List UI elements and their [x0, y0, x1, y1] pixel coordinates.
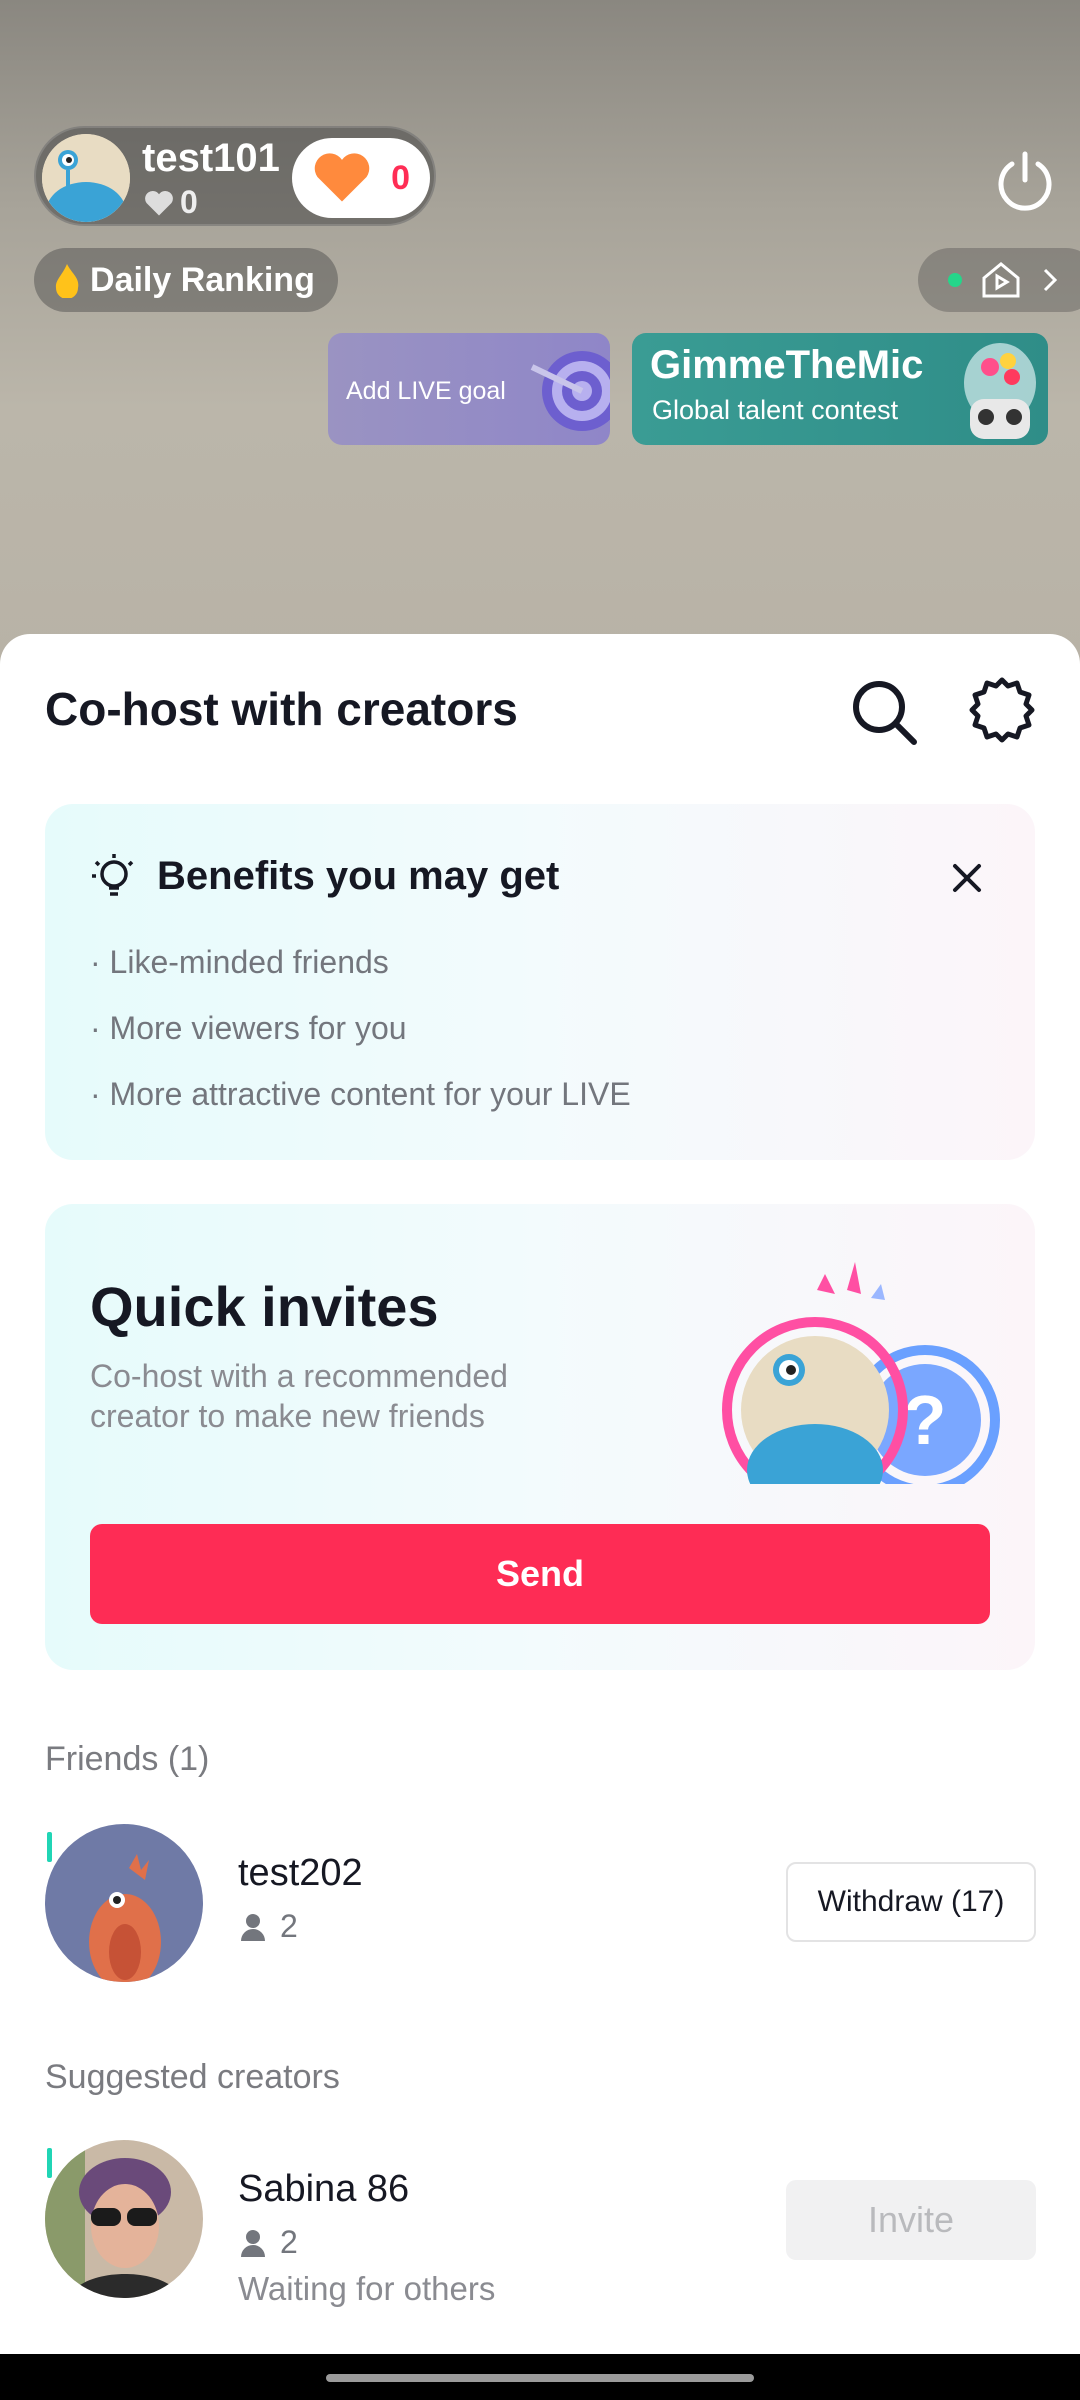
home-icon [982, 262, 1020, 298]
gimmethemic-banner[interactable]: GimmeTheMic Global talent contest [632, 333, 1048, 445]
like-count: 0 [391, 158, 410, 197]
benefit-item: · More attractive content for your LIVE [90, 1076, 631, 1112]
chevron-right-icon [1043, 268, 1058, 292]
cohost-sheet: Co-host with creators Benefits you may g… [0, 634, 1080, 2354]
invite-button[interactable]: Invite [786, 2180, 1036, 2260]
like-button[interactable]: 0 [292, 138, 430, 218]
heart-icon [145, 190, 173, 215]
quick-invites-title: Quick invites [90, 1275, 439, 1338]
bulb-icon [92, 854, 134, 896]
avatar[interactable] [45, 1824, 203, 1982]
person-icon [241, 2229, 265, 2257]
svg-text:?: ? [904, 1381, 947, 1459]
benefits-title: Benefits you may get [157, 854, 560, 898]
explore-pill[interactable] [918, 248, 1080, 312]
suggested-row: Sabina 86 2 Waiting for others Invite [0, 2140, 1080, 2310]
talent-title: GimmeTheMic [650, 343, 924, 387]
search-icon[interactable] [848, 676, 920, 748]
add-live-goal-banner[interactable]: Add LIVE goal [328, 333, 610, 445]
friend-viewers: 2 [240, 1908, 298, 1945]
friends-section-label: Friends (1) [45, 1740, 210, 1778]
target-icon [530, 351, 610, 431]
creator-name: Sabina 86 [238, 2168, 410, 2210]
quick-invites-subtitle: Co-host with a recommended creator to ma… [90, 1358, 508, 1434]
talent-subtitle: Global talent contest [652, 395, 899, 425]
avatar[interactable] [45, 2140, 203, 2298]
benefits-card: Benefits you may get · Like-minded frien… [45, 804, 1035, 1160]
suggested-section-label: Suggested creators [45, 2058, 340, 2096]
friend-row: test202 2 Withdraw (17) [0, 1824, 1080, 1994]
row-accent [47, 2148, 52, 2178]
robot-mascot-icon [964, 343, 1036, 439]
quick-invite-illustration: ? [722, 1262, 1000, 1484]
withdraw-button[interactable]: Withdraw (17) [786, 1862, 1036, 1942]
power-icon[interactable] [990, 146, 1060, 216]
host-name: test101 [142, 136, 280, 180]
benefit-item: · Like-minded friends [90, 944, 389, 980]
creator-status: Waiting for others [238, 2270, 496, 2307]
fire-icon [55, 264, 79, 298]
heart-icon [314, 153, 370, 202]
host-avatar[interactable] [42, 134, 130, 222]
goal-label: Add LIVE goal [346, 377, 506, 405]
friend-viewer-count: 2 [280, 1908, 298, 1944]
host-info-pill[interactable]: test101 0 0 [34, 126, 436, 226]
home-indicator[interactable] [326, 2374, 754, 2382]
creator-viewers: 2 [240, 2224, 298, 2261]
host-likes: 0 [144, 184, 198, 221]
host-likes-count: 0 [180, 184, 198, 220]
sheet-title: Co-host with creators [45, 683, 518, 735]
daily-ranking-button[interactable]: Daily Ranking [34, 248, 338, 312]
row-accent [47, 1832, 52, 1862]
quick-invites-card: Quick invites Co-host with a recommended… [45, 1204, 1035, 1670]
friend-name: test202 [238, 1852, 363, 1894]
daily-ranking-label: Daily Ranking [90, 260, 315, 299]
person-icon [241, 1913, 265, 1941]
close-icon[interactable] [947, 858, 987, 898]
send-button[interactable]: Send [90, 1524, 990, 1624]
creator-viewer-count: 2 [280, 2224, 298, 2260]
online-dot [948, 273, 962, 287]
gear-icon[interactable] [966, 674, 1038, 746]
benefit-item: · More viewers for you [90, 1010, 407, 1046]
